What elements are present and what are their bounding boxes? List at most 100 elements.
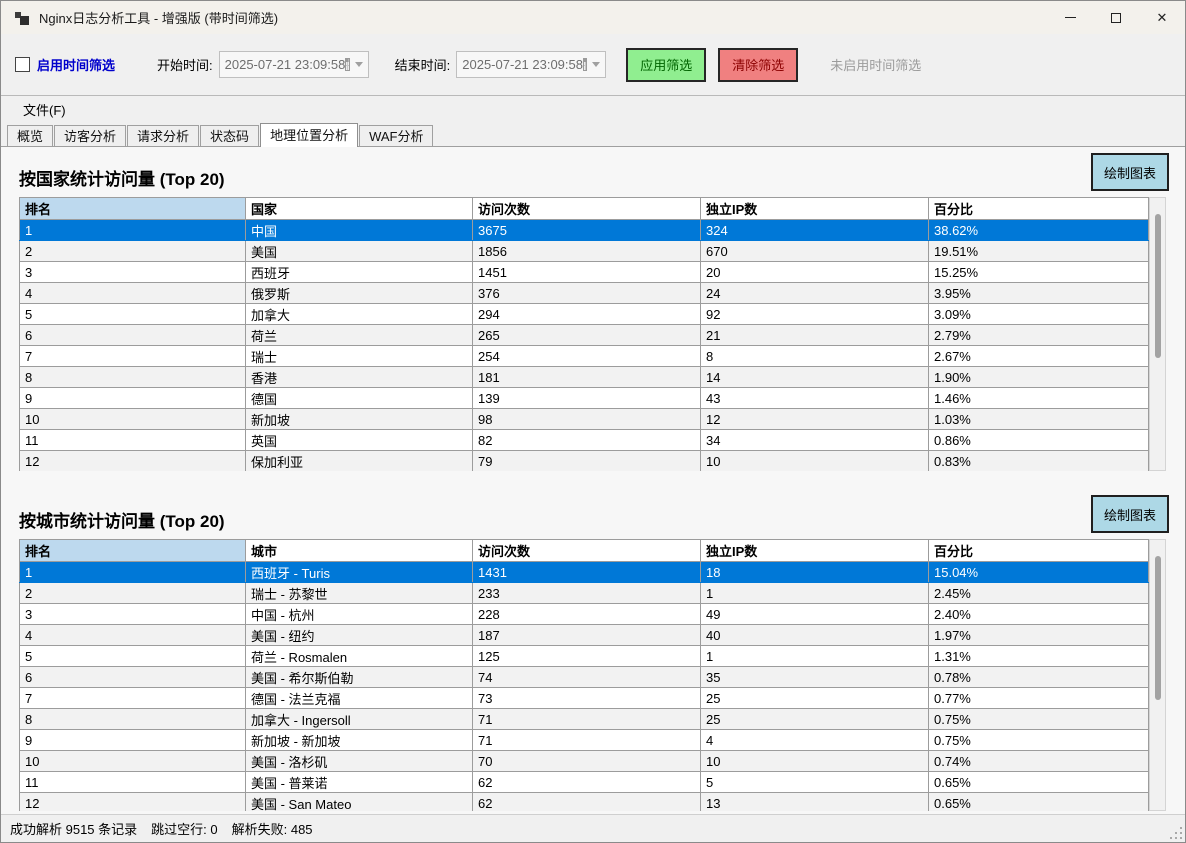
table-cell[interactable]: 43 (701, 388, 929, 409)
table-cell[interactable]: 英国 (246, 430, 473, 451)
table-cell[interactable]: 20 (701, 262, 929, 283)
table-cell[interactable]: 82 (473, 430, 701, 451)
end-time-picker[interactable]: 2025-07-21 23:09:58 (456, 51, 606, 78)
table-cell[interactable]: 10 (20, 751, 246, 772)
table-cell[interactable]: 2.40% (929, 604, 1149, 625)
table-cell[interactable]: 德国 (246, 388, 473, 409)
table-cell[interactable]: 保加利亚 (246, 451, 473, 472)
table-row[interactable]: 10新加坡98121.03% (20, 409, 1149, 430)
table-row[interactable]: 1中国367532438.62% (20, 220, 1149, 241)
table-cell[interactable]: 62 (473, 793, 701, 812)
table-cell[interactable]: 670 (701, 241, 929, 262)
table-cell[interactable]: 3.09% (929, 304, 1149, 325)
table-cell[interactable]: 6 (20, 325, 246, 346)
table-cell[interactable]: 瑞士 - 苏黎世 (246, 583, 473, 604)
table-cell[interactable]: 1 (701, 646, 929, 667)
table-cell[interactable]: 11 (20, 430, 246, 451)
table-cell[interactable]: 34 (701, 430, 929, 451)
tab-overview[interactable]: 概览 (7, 125, 53, 146)
table-row[interactable]: 6荷兰265212.79% (20, 325, 1149, 346)
table-row[interactable]: 1西班牙 - Turis14311815.04% (20, 562, 1149, 583)
table-cell[interactable]: 73 (473, 688, 701, 709)
table-cell[interactable]: 38.62% (929, 220, 1149, 241)
table-cell[interactable]: 0.74% (929, 751, 1149, 772)
table-row[interactable]: 7德国 - 法兰克福73250.77% (20, 688, 1149, 709)
table-cell[interactable]: 265 (473, 325, 701, 346)
column-header-country[interactable]: 国家 (246, 198, 473, 220)
table-cell[interactable]: 5 (20, 646, 246, 667)
table-cell[interactable]: 俄罗斯 (246, 283, 473, 304)
table-cell[interactable]: 187 (473, 625, 701, 646)
table-row[interactable]: 4俄罗斯376243.95% (20, 283, 1149, 304)
table-cell[interactable]: 12 (701, 409, 929, 430)
apply-filter-button[interactable]: 应用筛选 (626, 48, 706, 82)
table-cell[interactable]: 9 (20, 388, 246, 409)
scrollbar-thumb[interactable] (1155, 214, 1161, 358)
table-cell[interactable]: 11 (20, 772, 246, 793)
table-cell[interactable]: 139 (473, 388, 701, 409)
table-cell[interactable]: 0.65% (929, 772, 1149, 793)
table-cell[interactable]: 美国 - 洛杉矶 (246, 751, 473, 772)
column-header-percentage[interactable]: 百分比 (929, 540, 1149, 562)
table-cell[interactable]: 1.90% (929, 367, 1149, 388)
table-cell[interactable]: 加拿大 - Ingersoll (246, 709, 473, 730)
table-cell[interactable]: 1451 (473, 262, 701, 283)
table-row[interactable]: 6美国 - 希尔斯伯勒74350.78% (20, 667, 1149, 688)
table-cell[interactable]: 1.46% (929, 388, 1149, 409)
tab-request-analysis[interactable]: 请求分析 (127, 125, 199, 146)
table-cell[interactable]: 71 (473, 709, 701, 730)
table-cell[interactable]: 1.31% (929, 646, 1149, 667)
table-cell[interactable]: 8 (20, 367, 246, 388)
table-cell[interactable]: 0.77% (929, 688, 1149, 709)
table-cell[interactable]: 25 (701, 688, 929, 709)
table-cell[interactable]: 98 (473, 409, 701, 430)
table-cell[interactable]: 香港 (246, 367, 473, 388)
table-cell[interactable]: 2 (20, 583, 246, 604)
table-row[interactable]: 7瑞士25482.67% (20, 346, 1149, 367)
table-cell[interactable]: 8 (701, 346, 929, 367)
table-row[interactable]: 2瑞士 - 苏黎世23312.45% (20, 583, 1149, 604)
table-cell[interactable]: 21 (701, 325, 929, 346)
table-row[interactable]: 12保加利亚79100.83% (20, 451, 1149, 472)
table-row[interactable]: 3中国 - 杭州228492.40% (20, 604, 1149, 625)
table-cell[interactable]: 1 (20, 220, 246, 241)
column-header-city[interactable]: 城市 (246, 540, 473, 562)
table-cell[interactable]: 228 (473, 604, 701, 625)
city-table-scrollbar[interactable] (1149, 539, 1166, 811)
table-cell[interactable]: 376 (473, 283, 701, 304)
table-cell[interactable]: 0.86% (929, 430, 1149, 451)
table-cell[interactable]: 4 (20, 625, 246, 646)
table-row[interactable]: 11美国 - 普莱诺6250.65% (20, 772, 1149, 793)
country-table-scrollbar[interactable] (1149, 197, 1166, 471)
table-row[interactable]: 9新加坡 - 新加坡7140.75% (20, 730, 1149, 751)
table-cell[interactable]: 3 (20, 262, 246, 283)
table-cell[interactable]: 15.25% (929, 262, 1149, 283)
table-cell[interactable]: 0.75% (929, 730, 1149, 751)
table-cell[interactable]: 25 (701, 709, 929, 730)
table-cell[interactable]: 0.78% (929, 667, 1149, 688)
table-cell[interactable]: 德国 - 法兰克福 (246, 688, 473, 709)
start-time-picker[interactable]: 2025-07-21 23:09:58 (219, 51, 369, 78)
table-cell[interactable]: 19.51% (929, 241, 1149, 262)
column-header-rank[interactable]: 排名 (20, 540, 246, 562)
table-cell[interactable]: 6 (20, 667, 246, 688)
table-cell[interactable]: 西班牙 (246, 262, 473, 283)
table-cell[interactable]: 2.45% (929, 583, 1149, 604)
table-cell[interactable]: 70 (473, 751, 701, 772)
table-cell[interactable]: 中国 - 杭州 (246, 604, 473, 625)
table-cell[interactable]: 2.67% (929, 346, 1149, 367)
maximize-button[interactable] (1093, 1, 1139, 34)
table-cell[interactable]: 74 (473, 667, 701, 688)
column-header-visits[interactable]: 访问次数 (473, 198, 701, 220)
table-cell[interactable]: 新加坡 - 新加坡 (246, 730, 473, 751)
table-cell[interactable]: 加拿大 (246, 304, 473, 325)
clear-filter-button[interactable]: 清除筛选 (718, 48, 798, 82)
resize-grip[interactable] (1170, 827, 1182, 839)
table-cell[interactable]: 3675 (473, 220, 701, 241)
table-cell[interactable]: 9 (20, 730, 246, 751)
table-cell[interactable]: 125 (473, 646, 701, 667)
table-row[interactable]: 9德国139431.46% (20, 388, 1149, 409)
column-header-visits[interactable]: 访问次数 (473, 540, 701, 562)
table-cell[interactable]: 254 (473, 346, 701, 367)
table-cell[interactable]: 美国 - San Mateo (246, 793, 473, 812)
